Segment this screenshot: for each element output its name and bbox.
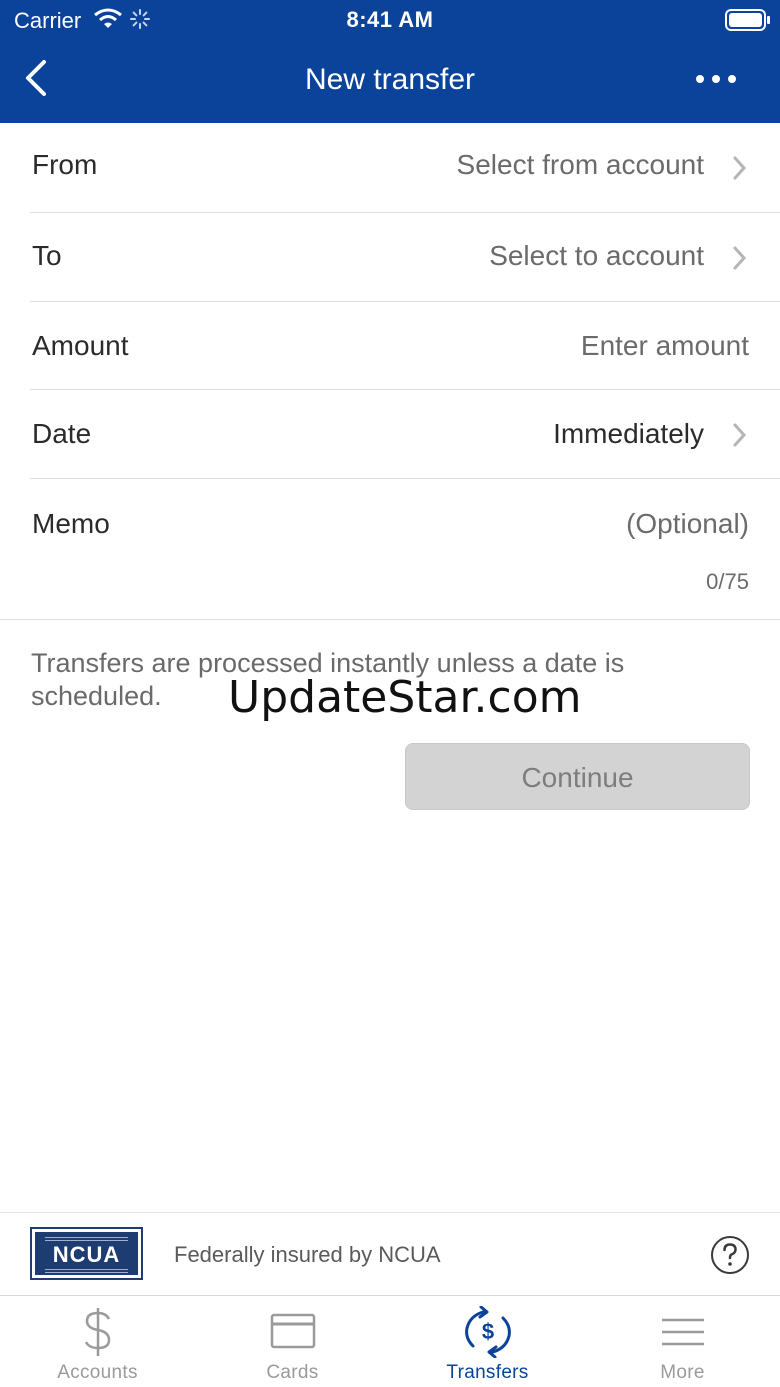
tab-bar: Accounts Cards $ Transfers More <box>0 1295 780 1387</box>
tab-more[interactable]: More <box>585 1296 780 1387</box>
page-title: New transfer <box>304 63 476 96</box>
help-circle-icon[interactable] <box>710 1235 750 1275</box>
tab-cards[interactable]: Cards <box>195 1296 390 1387</box>
from-row[interactable]: From Select from account <box>0 123 780 212</box>
tab-label: Transfers <box>446 1362 529 1383</box>
memo-input[interactable]: (Optional) <box>626 508 749 540</box>
navigation-bar: New transfer <box>0 40 780 123</box>
dollar-icon <box>84 1308 110 1356</box>
watermark-text: UpdateStar.com <box>228 672 582 723</box>
tab-label: Accounts <box>57 1362 138 1383</box>
amount-label: Amount <box>32 330 129 361</box>
chevron-right-icon <box>733 423 747 447</box>
svg-text:$: $ <box>481 1319 493 1344</box>
transfer-dollar-icon: $ <box>464 1306 511 1358</box>
date-value: Immediately <box>553 418 704 449</box>
chevron-right-icon <box>733 246 747 270</box>
to-account-value: Select to account <box>489 240 704 271</box>
ncua-insurance-bar: NCUA Federally insured by NCUA <box>0 1212 780 1296</box>
tab-accounts[interactable]: Accounts <box>0 1296 195 1387</box>
to-row[interactable]: To Select to account <box>0 213 780 301</box>
date-label: Date <box>32 418 92 449</box>
status-time: 8:41 AM <box>346 7 434 32</box>
ncua-caption: Federally insured by NCUA <box>174 1242 441 1267</box>
ncua-logo-text: NCUA <box>52 1242 121 1267</box>
from-label: From <box>32 149 98 180</box>
date-row[interactable]: Date Immediately <box>0 390 780 478</box>
amount-row[interactable]: Amount Enter amount <box>0 302 780 389</box>
to-label: To <box>32 240 62 271</box>
divider <box>0 619 780 620</box>
from-account-value: Select from account <box>456 149 704 180</box>
continue-button[interactable]: Continue <box>405 743 750 810</box>
header: Carrier 8:41 AM New transfer <box>0 0 780 123</box>
ncua-logo: NCUA <box>30 1227 143 1280</box>
memo-row[interactable]: Memo (Optional) 0/75 <box>0 479 780 619</box>
chevron-right-icon <box>733 156 747 180</box>
hamburger-menu-icon <box>661 1318 704 1346</box>
card-icon <box>270 1313 315 1349</box>
memo-label: Memo <box>32 508 110 539</box>
memo-character-counter: 0/75 <box>706 569 749 594</box>
battery-icon <box>725 9 770 31</box>
status-bar: Carrier 8:41 AM <box>0 0 780 40</box>
more-options-icon[interactable] <box>694 64 738 94</box>
tab-label: Cards <box>266 1362 319 1383</box>
tab-label: More <box>660 1362 705 1383</box>
tab-transfers[interactable]: $ Transfers <box>390 1296 585 1387</box>
amount-input[interactable]: Enter amount <box>581 330 749 362</box>
